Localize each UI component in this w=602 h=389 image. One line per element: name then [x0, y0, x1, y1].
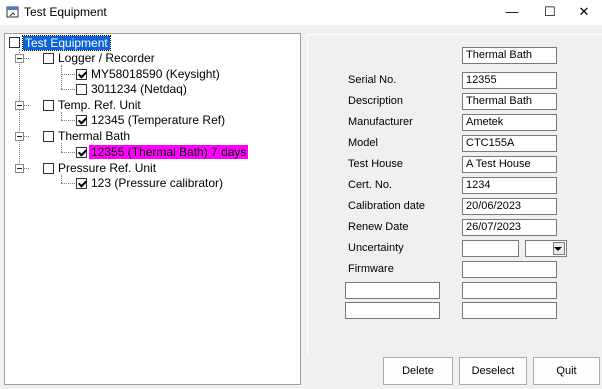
tree-item-thermal-bath-selected[interactable]: 12355 (Thermal Bath) 7 days	[89, 145, 249, 159]
item-checkbox[interactable]	[76, 178, 87, 189]
description-field[interactable]: Thermal Bath	[462, 93, 557, 110]
tree-connector	[61, 175, 62, 183]
tree-connector	[61, 89, 75, 90]
collapse-icon[interactable]	[15, 54, 24, 63]
collapse-icon[interactable]	[15, 164, 24, 173]
collapse-icon[interactable]	[15, 101, 24, 110]
deselect-button-label: Deselect	[471, 365, 515, 377]
group-checkbox[interactable]	[43, 131, 54, 142]
manufacturer-label: Manufacturer	[348, 116, 413, 128]
tree-group-logger[interactable]: Logger / Recorder	[56, 51, 157, 65]
close-button[interactable]: ✕	[564, 0, 602, 25]
model-field[interactable]: CTC155A	[462, 135, 557, 152]
tree-root-label[interactable]: Test Equipment	[22, 35, 111, 51]
manufacturer-field[interactable]: Ametek	[462, 114, 557, 131]
test-house-field[interactable]: A Test House	[462, 156, 557, 173]
tree-item-netdaq[interactable]: 3011234 (Netdaq)	[89, 82, 189, 96]
item-checkbox[interactable]	[76, 115, 87, 126]
group-checkbox[interactable]	[43, 53, 54, 64]
uncertainty-field[interactable]	[462, 240, 519, 257]
tree-group-pressure-ref[interactable]: Pressure Ref. Unit	[56, 161, 158, 175]
tree-item-pressure-calibrator[interactable]: 123 (Pressure calibrator)	[89, 176, 225, 190]
renew-date-field[interactable]: 26/07/2023	[462, 219, 557, 236]
chevron-down-icon	[554, 247, 562, 251]
extra-label-field-2[interactable]	[345, 302, 440, 319]
tree-item-temperature-ref[interactable]: 12345 (Temperature Ref)	[89, 113, 227, 127]
tree-item-keysight[interactable]: MY58018590 (Keysight)	[89, 67, 222, 81]
tree-group-thermal-bath[interactable]: Thermal Bath	[56, 129, 132, 143]
minimize-icon: —	[505, 4, 519, 19]
firmware-field[interactable]	[462, 261, 557, 278]
renew-date-label: Renew Date	[348, 221, 409, 233]
extra-value-field-1[interactable]	[462, 282, 557, 299]
header-field[interactable]: Thermal Bath	[462, 47, 557, 64]
maximize-icon: ☐	[544, 4, 556, 19]
group-checkbox[interactable]	[43, 100, 54, 111]
model-label: Model	[348, 137, 378, 149]
uncertainty-unit-select[interactable]	[525, 240, 567, 257]
quit-button-label: Quit	[556, 365, 577, 377]
equipment-tree[interactable]: Test Equipment Logger / Recorder MY58018…	[4, 33, 301, 385]
test-house-label: Test House	[348, 158, 404, 170]
serial-label: Serial No.	[348, 74, 397, 86]
calibration-date-label: Calibration date	[348, 200, 426, 212]
tree-connector	[61, 112, 62, 120]
quit-button[interactable]: Quit	[533, 357, 600, 385]
firmware-label: Firmware	[348, 263, 394, 275]
extra-value-field-2[interactable]	[462, 302, 557, 319]
tree-group-temp-ref[interactable]: Temp. Ref. Unit	[56, 98, 143, 112]
collapse-icon[interactable]	[15, 132, 24, 141]
uncertainty-label: Uncertainty	[348, 242, 404, 254]
deselect-button[interactable]: Deselect	[459, 357, 527, 385]
root-checkbox[interactable]	[9, 37, 20, 48]
tree-connector	[61, 143, 62, 152]
description-label: Description	[348, 95, 404, 107]
item-checkbox[interactable]	[76, 84, 87, 95]
item-checkbox[interactable]	[76, 69, 87, 80]
calibration-date-field[interactable]: 20/06/2023	[462, 198, 557, 215]
delete-button-label: Delete	[402, 365, 434, 377]
title-bar: Test Equipment — ☐ ✕	[0, 0, 602, 25]
dropdown-button[interactable]	[553, 242, 565, 255]
serial-field[interactable]: 12355	[462, 72, 557, 89]
tree-connector	[61, 65, 62, 89]
item-checkbox[interactable]	[76, 147, 87, 158]
minimize-button[interactable]: —	[492, 0, 532, 25]
extra-label-field-1[interactable]	[345, 282, 440, 299]
tree-connector	[61, 120, 75, 121]
close-icon: ✕	[578, 4, 590, 19]
tree-connector	[61, 152, 75, 153]
window-title: Test Equipment	[24, 5, 107, 19]
group-checkbox[interactable]	[43, 163, 54, 174]
cert-no-field[interactable]: 1234	[462, 177, 557, 194]
tree-connector	[61, 183, 75, 184]
delete-button[interactable]: Delete	[383, 357, 453, 385]
cert-no-label: Cert. No.	[348, 179, 393, 191]
tree-connector	[61, 74, 75, 75]
app-icon	[6, 6, 19, 18]
